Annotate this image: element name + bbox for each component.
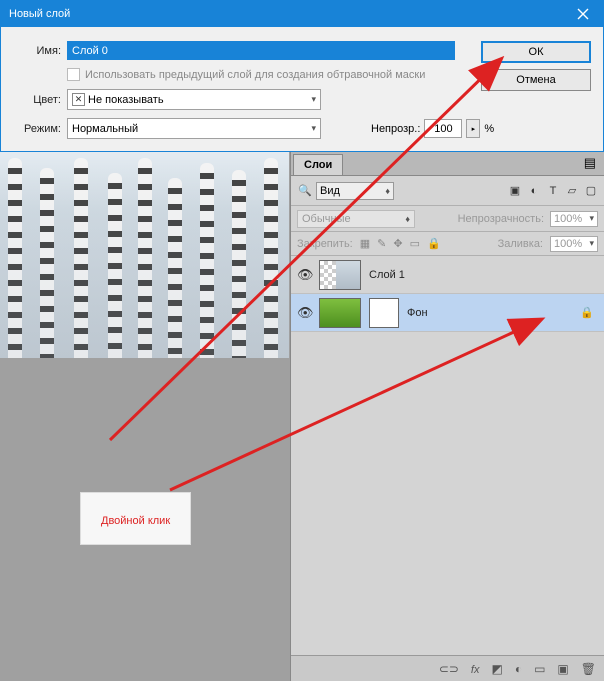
panel-opacity-input[interactable]: 100%▾	[550, 211, 598, 227]
panel-opacity-label: Непрозрачность:	[458, 213, 544, 225]
layers-panel: Слои ▤ 🔍 Вид ♦ ▣ ◐ T ▱ ▢ Обычные ♦ Непро…	[290, 152, 604, 681]
group-icon[interactable]: ▭	[534, 662, 545, 676]
layers-list: 👁 Слой 1 👁 Фон 🔒	[291, 256, 604, 655]
dialog-title-text: Новый слой	[9, 8, 70, 20]
layer-thumbnail[interactable]	[319, 260, 361, 290]
panel-tabs: Слои ▤	[291, 152, 604, 176]
lock-position-icon[interactable]: ✥	[393, 237, 402, 250]
layer-name-text[interactable]: Фон	[407, 307, 572, 319]
color-select[interactable]: ✕Не показывать ▾	[67, 89, 321, 110]
document-canvas[interactable]	[0, 152, 289, 358]
lock-row: Закрепить: ▦ ✎ ✥ ▭ 🔒 Заливка: 100%▾	[291, 232, 604, 256]
chevron-down-icon: ♦	[405, 214, 410, 224]
opacity-unit: %	[484, 123, 494, 135]
chevron-down-icon: ▾	[311, 123, 316, 134]
filter-adjustment-icon[interactable]: ◐	[527, 184, 541, 198]
blend-opacity-row: Обычные ♦ Непрозрачность: 100%▾	[291, 206, 604, 232]
lock-icon: 🔒	[580, 306, 594, 319]
cancel-button[interactable]: Отмена	[481, 69, 591, 91]
x-icon: ✕	[72, 93, 85, 106]
filter-kind-select[interactable]: Вид ♦	[316, 182, 394, 200]
close-icon[interactable]	[563, 1, 603, 27]
mode-label: Режим:	[13, 123, 61, 135]
panel-menu-icon[interactable]: ▤	[576, 151, 604, 175]
opacity-input[interactable]	[424, 119, 462, 138]
lock-label: Закрепить:	[297, 238, 353, 250]
filter-type-icon[interactable]: T	[546, 184, 560, 198]
filter-shape-icon[interactable]: ▱	[565, 184, 579, 198]
link-layers-icon[interactable]: ⊂⊃	[439, 662, 459, 676]
search-icon[interactable]: 🔍	[297, 183, 313, 199]
layer-row[interactable]: 👁 Слой 1	[291, 256, 604, 294]
adjustment-layer-icon[interactable]: ◐	[515, 662, 522, 676]
fill-input[interactable]: 100%▾	[550, 236, 598, 252]
clip-mask-checkbox[interactable]	[67, 68, 80, 81]
layer-thumbnail[interactable]	[319, 298, 361, 328]
workspace: Слои ▤ 🔍 Вид ♦ ▣ ◐ T ▱ ▢ Обычные ♦ Непро…	[0, 152, 604, 681]
layer-name-input[interactable]	[67, 41, 455, 60]
dialog-body: Имя: Использовать предыдущий слой для со…	[1, 27, 603, 151]
dialog-titlebar[interactable]: Новый слой	[1, 1, 603, 27]
opacity-label: Непрозр.:	[371, 123, 420, 135]
new-layer-icon[interactable]: ▣	[557, 662, 568, 676]
lock-artboard-icon[interactable]: ▭	[410, 237, 420, 250]
layer-style-icon[interactable]: fx	[471, 662, 480, 676]
mode-value: Нормальный	[72, 123, 138, 135]
lock-brush-icon[interactable]: ✎	[377, 237, 386, 250]
visibility-icon[interactable]: 👁	[297, 305, 311, 321]
clip-mask-label: Использовать предыдущий слой для создани…	[85, 69, 425, 81]
layer-blend-select[interactable]: Обычные ♦	[297, 210, 415, 228]
delete-layer-icon[interactable]: 🗑	[581, 662, 596, 676]
blend-mode-select[interactable]: Нормальный ▾	[67, 118, 321, 139]
chevron-down-icon: ▾	[311, 94, 316, 105]
panel-footer: ⊂⊃ fx ◩ ◐ ▭ ▣ 🗑	[291, 655, 604, 681]
opacity-stepper[interactable]: ▸	[466, 119, 480, 138]
color-label: Цвет:	[13, 94, 61, 106]
layer-name-text[interactable]: Слой 1	[369, 269, 598, 281]
canvas-area[interactable]	[0, 152, 290, 681]
lock-pixels-icon[interactable]: ▦	[360, 237, 370, 250]
new-layer-dialog: Новый слой Имя: Использовать предыдущий …	[0, 0, 604, 152]
layer-filter-row: 🔍 Вид ♦ ▣ ◐ T ▱ ▢	[291, 176, 604, 206]
ok-button[interactable]: ОК	[481, 41, 591, 63]
layer-row[interactable]: 👁 Фон 🔒	[291, 294, 604, 332]
chevron-down-icon: ♦	[385, 186, 390, 196]
filter-pixel-icon[interactable]: ▣	[508, 184, 522, 198]
name-label: Имя:	[13, 45, 61, 57]
annotation-label: Двойной клик	[80, 492, 191, 545]
filter-smart-icon[interactable]: ▢	[584, 184, 598, 198]
tab-layers[interactable]: Слои	[293, 154, 343, 175]
color-value: Не показывать	[88, 94, 164, 106]
layer-mask-icon[interactable]: ◩	[491, 662, 502, 676]
visibility-icon[interactable]: 👁	[297, 267, 311, 283]
layer-mask-thumbnail[interactable]	[369, 298, 399, 328]
lock-all-icon[interactable]: 🔒	[427, 237, 441, 250]
fill-label: Заливка:	[498, 238, 543, 250]
